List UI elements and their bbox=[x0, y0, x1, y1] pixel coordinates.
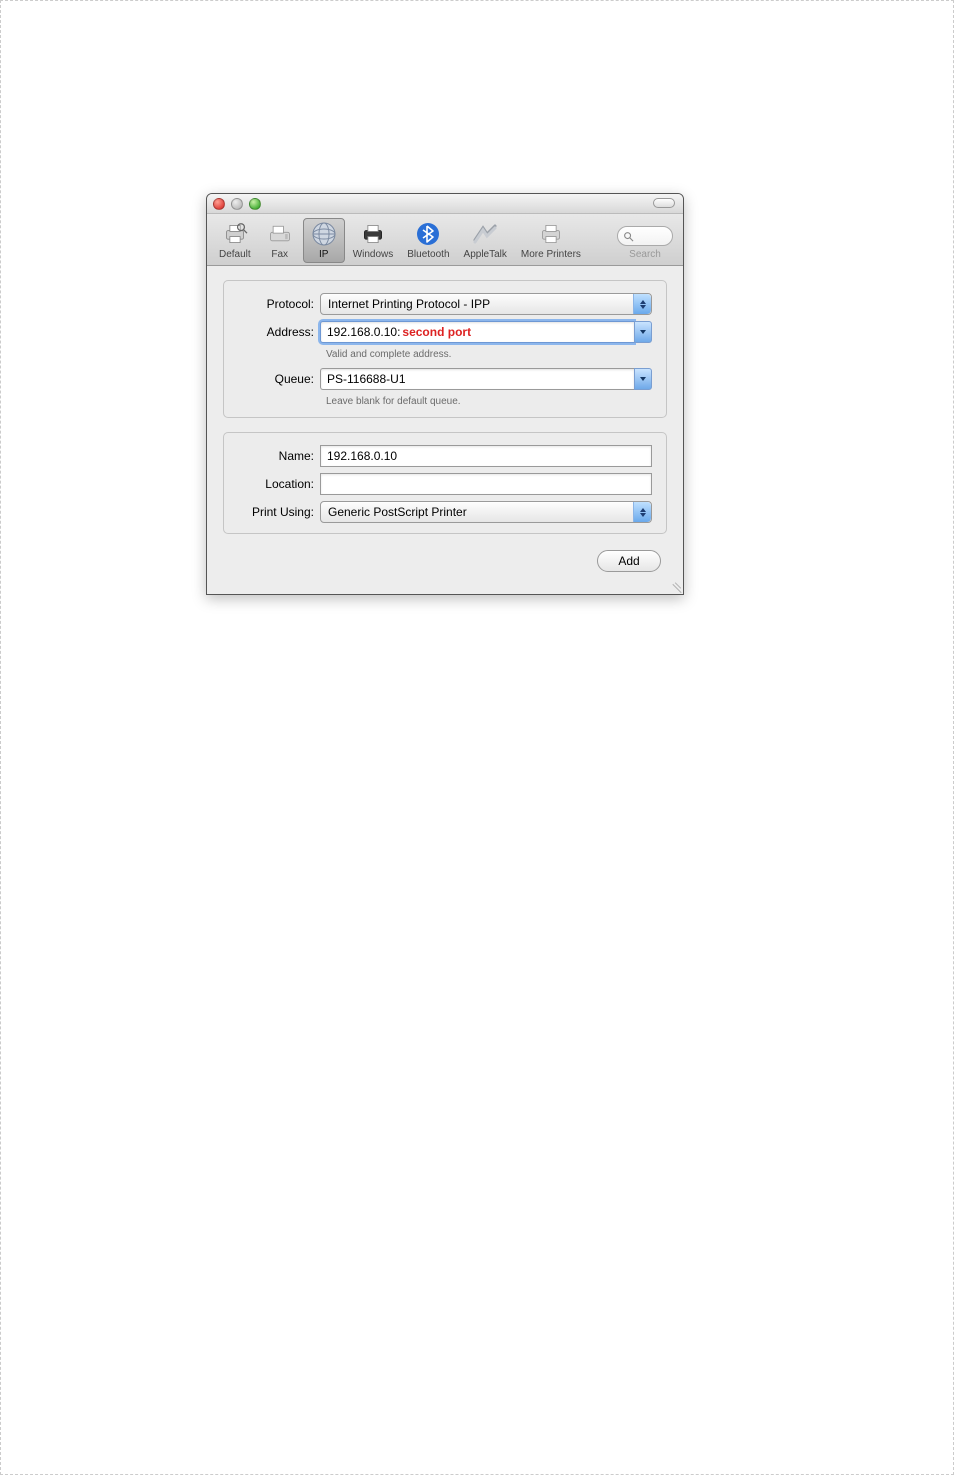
protocol-popup[interactable]: Internet Printing Protocol - IPP bbox=[320, 293, 652, 315]
queue-combo[interactable] bbox=[320, 368, 652, 390]
toolbar-label: Fax bbox=[271, 249, 288, 260]
printer-icon bbox=[358, 220, 388, 248]
name-label: Name: bbox=[238, 449, 320, 463]
search-label: Search bbox=[629, 249, 661, 260]
queue-label: Queue: bbox=[238, 372, 320, 386]
queue-dropdown-button[interactable] bbox=[634, 368, 652, 390]
toolbar-item-default[interactable]: Default bbox=[213, 218, 257, 263]
location-input[interactable] bbox=[320, 473, 652, 495]
popup-arrows-icon bbox=[633, 502, 651, 522]
magnifier-icon bbox=[623, 231, 634, 242]
toolbar-label: Default bbox=[219, 249, 251, 260]
content-area: Protocol: Internet Printing Protocol - I… bbox=[207, 266, 683, 594]
address-combo[interactable]: 192.168.0.10: second port bbox=[320, 321, 652, 343]
address-hint: Valid and complete address. bbox=[326, 349, 652, 360]
toolbar-item-more-printers[interactable]: More Printers bbox=[515, 218, 587, 263]
fax-icon bbox=[265, 220, 295, 248]
minimize-window-button[interactable] bbox=[231, 198, 243, 210]
close-window-button[interactable] bbox=[213, 198, 225, 210]
toolbar: Default Fax IP bbox=[207, 214, 683, 266]
print-using-popup[interactable]: Generic PostScript Printer bbox=[320, 501, 652, 523]
resize-grip-icon[interactable] bbox=[669, 580, 681, 592]
toolbar-label: More Printers bbox=[521, 249, 581, 260]
toolbar-item-windows[interactable]: Windows bbox=[347, 218, 400, 263]
appletalk-icon bbox=[470, 220, 500, 248]
add-button[interactable]: Add bbox=[597, 550, 661, 572]
details-group: Name: Location: Print Using: Generic Pos… bbox=[223, 432, 667, 534]
address-label: Address: bbox=[238, 325, 320, 339]
popup-arrows-icon bbox=[633, 294, 651, 314]
bluetooth-icon bbox=[413, 220, 443, 248]
add-printer-window: Default Fax IP bbox=[206, 193, 684, 595]
name-input[interactable] bbox=[320, 445, 652, 467]
connection-group: Protocol: Internet Printing Protocol - I… bbox=[223, 280, 667, 418]
queue-input[interactable] bbox=[320, 368, 634, 390]
address-input[interactable] bbox=[320, 321, 634, 343]
toolbar-item-ip[interactable]: IP bbox=[303, 218, 345, 263]
zoom-window-button[interactable] bbox=[249, 198, 261, 210]
printer-icon bbox=[536, 220, 566, 248]
toolbar-item-fax[interactable]: Fax bbox=[259, 218, 301, 263]
toolbar-toggle-pill[interactable] bbox=[653, 198, 675, 208]
protocol-label: Protocol: bbox=[238, 297, 320, 311]
toolbar-label: Windows bbox=[353, 249, 394, 260]
globe-icon bbox=[309, 220, 339, 248]
toolbar-search[interactable]: Search bbox=[613, 224, 677, 263]
toolbar-label: IP bbox=[319, 249, 328, 260]
toolbar-item-bluetooth[interactable]: Bluetooth bbox=[401, 218, 455, 263]
print-using-label: Print Using: bbox=[238, 505, 320, 519]
print-using-value: Generic PostScript Printer bbox=[328, 505, 467, 519]
titlebar[interactable] bbox=[207, 194, 683, 214]
toolbar-label: Bluetooth bbox=[407, 249, 449, 260]
toolbar-item-appletalk[interactable]: AppleTalk bbox=[458, 218, 513, 263]
queue-hint: Leave blank for default queue. bbox=[326, 396, 652, 407]
location-label: Location: bbox=[238, 477, 320, 491]
printer-search-icon bbox=[220, 220, 250, 248]
protocol-value: Internet Printing Protocol - IPP bbox=[328, 297, 490, 311]
address-dropdown-button[interactable] bbox=[634, 321, 652, 343]
toolbar-label: AppleTalk bbox=[464, 249, 507, 260]
search-input[interactable] bbox=[617, 226, 673, 246]
